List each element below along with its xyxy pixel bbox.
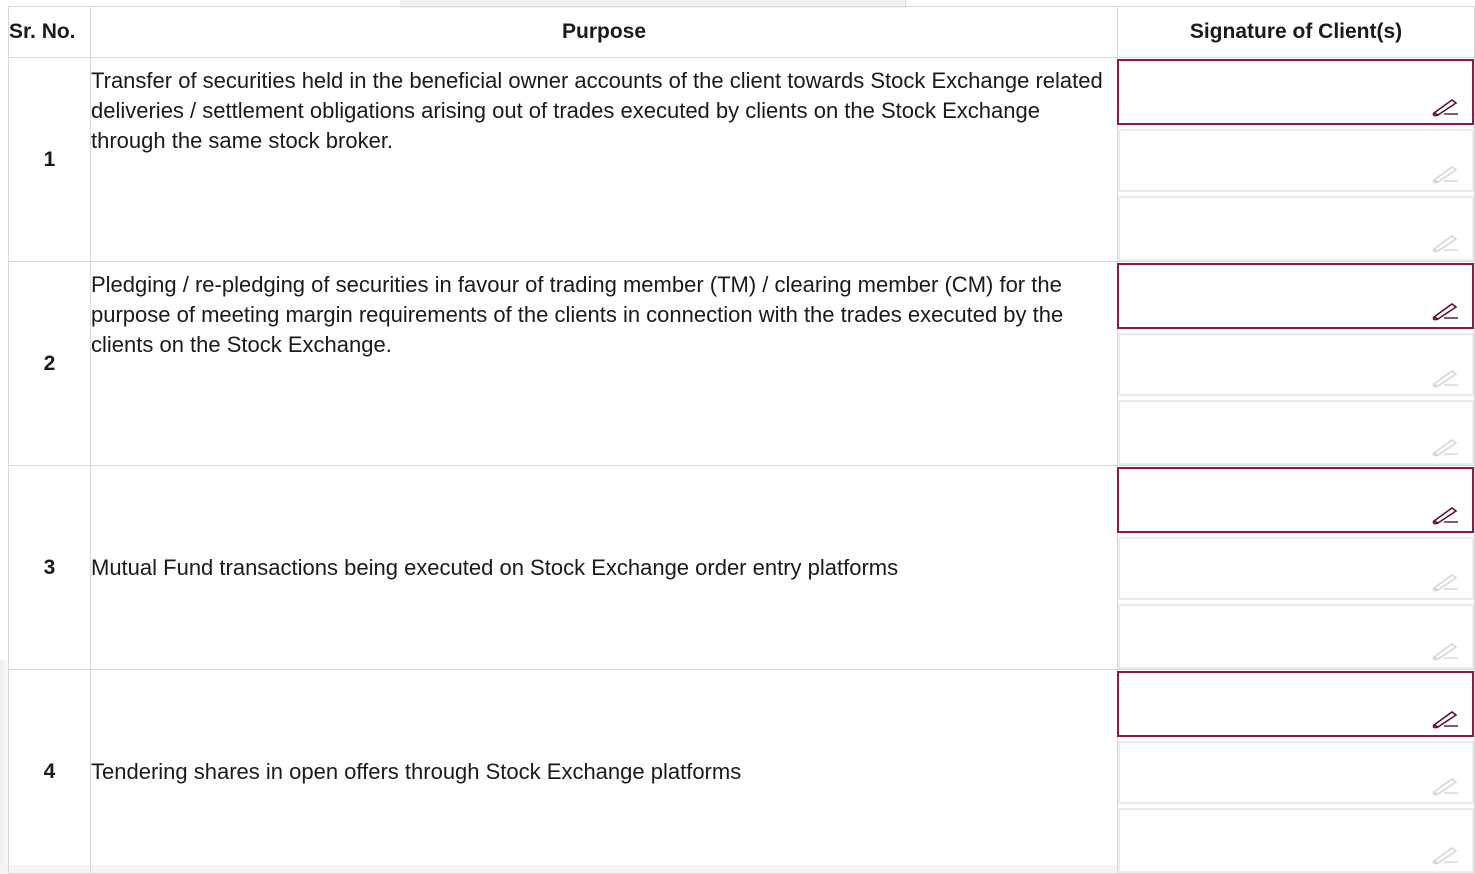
signature-cell [1117, 261, 1475, 466]
table-header-row: Sr. No. Purpose Signature of Client(s) [8, 6, 1475, 58]
row-sr-number: 1 [8, 57, 91, 262]
row-sr-number: 4 [8, 669, 91, 874]
signature-cell [1117, 465, 1475, 670]
signature-field[interactable] [1118, 741, 1474, 804]
row-purpose-text: Mutual Fund transactions being executed … [90, 465, 1118, 670]
signature-field[interactable] [1118, 196, 1474, 261]
header-purpose: Purpose [90, 6, 1118, 58]
signature-stack [1117, 262, 1474, 465]
header-sr-no: Sr. No. [8, 6, 91, 58]
row-purpose-text: Pledging / re-pledging of securities in … [90, 261, 1118, 466]
row-sr-number: 3 [8, 465, 91, 670]
table-row: 4 Tendering shares in open offers throug… [8, 669, 1475, 874]
pen-signature-icon [1430, 299, 1460, 321]
pen-signature-icon [1430, 162, 1460, 184]
signature-stack [1117, 466, 1474, 669]
signature-field[interactable] [1118, 537, 1474, 600]
signature-cell [1117, 57, 1475, 262]
signature-field-active[interactable] [1117, 263, 1474, 329]
pen-signature-icon [1430, 366, 1460, 388]
signature-field[interactable] [1118, 333, 1474, 396]
signature-stack [1117, 670, 1474, 873]
pen-signature-icon [1430, 435, 1460, 457]
signature-field-active[interactable] [1117, 671, 1474, 737]
pen-signature-icon [1430, 570, 1460, 592]
row-purpose-text: Transfer of securities held in the benef… [90, 57, 1118, 262]
row-purpose-text: Tendering shares in open offers through … [90, 669, 1118, 874]
pen-signature-icon [1430, 774, 1460, 796]
signature-field[interactable] [1118, 808, 1474, 873]
pen-signature-icon [1430, 639, 1460, 661]
table-row: 3 Mutual Fund transactions being execute… [8, 465, 1475, 670]
signature-field[interactable] [1118, 129, 1474, 192]
signature-field-active[interactable] [1117, 467, 1474, 533]
row-sr-number: 2 [8, 261, 91, 466]
consent-table: Sr. No. Purpose Signature of Client(s) 1… [8, 6, 1475, 874]
signature-field[interactable] [1118, 604, 1474, 669]
pen-signature-icon [1430, 231, 1460, 253]
consent-page: Sr. No. Purpose Signature of Client(s) 1… [0, 0, 1475, 874]
pen-signature-icon [1430, 95, 1460, 117]
table-row: 1 Transfer of securities held in the ben… [8, 57, 1475, 262]
pen-signature-icon [1430, 503, 1460, 525]
signature-cell [1117, 669, 1475, 874]
signature-field-active[interactable] [1117, 59, 1474, 125]
pen-signature-icon [1430, 707, 1460, 729]
header-signature: Signature of Client(s) [1117, 6, 1475, 58]
signature-field[interactable] [1118, 400, 1474, 465]
table-row: 2 Pledging / re-pledging of securities i… [8, 261, 1475, 466]
pen-signature-icon [1430, 843, 1460, 865]
signature-stack [1117, 58, 1474, 261]
